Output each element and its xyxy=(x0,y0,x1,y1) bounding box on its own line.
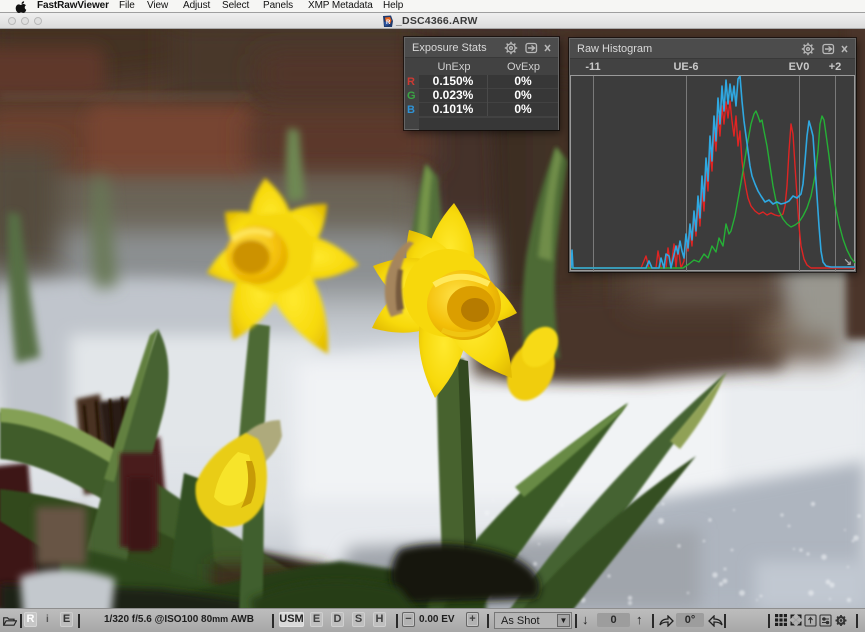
svg-text:R: R xyxy=(386,20,391,26)
